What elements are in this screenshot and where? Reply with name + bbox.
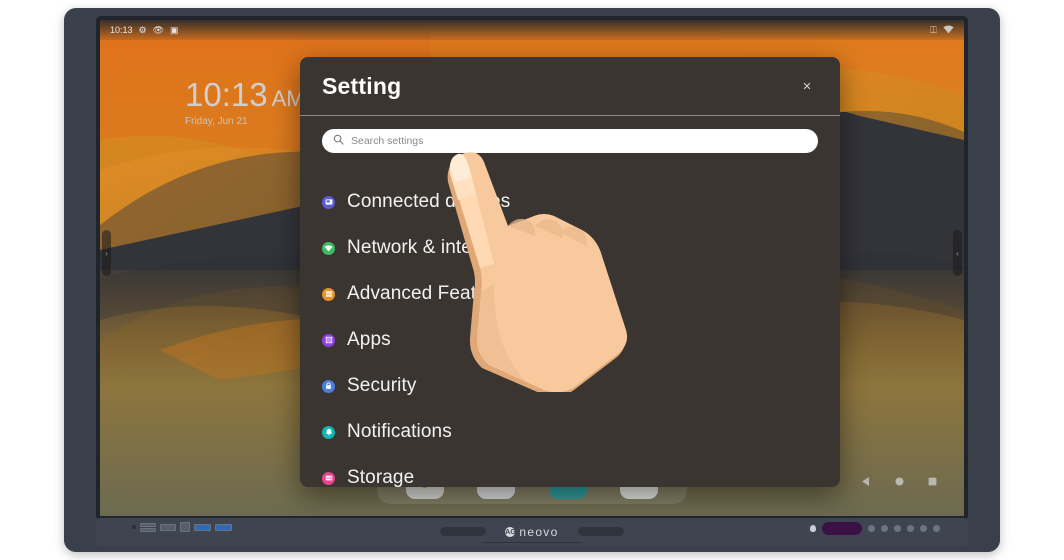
advanced-features-icon <box>322 287 335 301</box>
chevron-left-icon: ‹ <box>956 248 959 258</box>
status-bar: 10:13 ⚙ 👁 ▣ ⎅ <box>100 20 964 40</box>
control-button-2[interactable] <box>881 525 888 532</box>
status-bar-right: ⎅ <box>930 25 954 36</box>
control-button-3[interactable] <box>894 525 901 532</box>
settings-dialog: Setting × Search settings Connected devi… <box>300 57 840 487</box>
storage-icon <box>322 471 335 485</box>
apps-icon <box>322 333 335 347</box>
search-icon <box>333 132 344 150</box>
bluetooth-icon: ⎅ <box>929 24 937 35</box>
search-placeholder: Search settings <box>351 135 424 147</box>
search-container: Search settings <box>300 116 840 153</box>
square-recents-icon[interactable] <box>927 474 938 492</box>
brand-underline <box>483 542 581 543</box>
wifi-icon <box>943 25 954 36</box>
settings-item-network-internet[interactable]: Network & internet <box>322 225 840 271</box>
device-bottom-bezel: AG neovo <box>96 518 968 546</box>
brand-logo: AG neovo <box>505 525 558 539</box>
settings-item-label: Storage <box>347 467 415 487</box>
settings-item-label: Advanced Features <box>347 283 514 304</box>
device-screen: 10:13 ⚙ 👁 ▣ ⎅ 10:13 AM Friday, Jun 21 › … <box>100 20 964 516</box>
network-internet-icon <box>322 241 335 255</box>
settings-item-advanced-features[interactable]: Advanced Features <box>322 271 840 317</box>
control-panel <box>810 522 940 535</box>
screenshot-root: 10:13 ⚙ 👁 ▣ ⎅ 10:13 AM Friday, Jun 21 › … <box>0 0 1064 560</box>
dialog-header: Setting × <box>300 57 840 115</box>
ir-receiver-icon <box>810 525 816 532</box>
clock-widget[interactable]: 10:13 AM Friday, Jun 21 <box>185 78 305 127</box>
connected-devices-icon <box>322 195 335 209</box>
clock-time-row: 10:13 AM <box>185 78 305 111</box>
power-button[interactable] <box>822 522 862 535</box>
settings-item-connected-devices[interactable]: Connected devices <box>322 179 840 225</box>
side-handle-left[interactable]: › <box>102 230 111 276</box>
eye-icon: 👁 <box>152 24 165 35</box>
control-button-1[interactable] <box>868 525 875 532</box>
port-audio-in <box>140 527 156 532</box>
bezel-slot-right <box>578 527 624 536</box>
control-button-5[interactable] <box>920 525 927 532</box>
settings-item-label: Network & internet <box>347 237 506 258</box>
screenshot-icon: ▣ <box>170 24 179 35</box>
security-icon <box>322 379 335 393</box>
port-rs232 <box>180 522 190 532</box>
device-screen-bezel: 10:13 ⚙ 👁 ▣ ⎅ 10:13 AM Friday, Jun 21 › … <box>96 16 968 520</box>
control-button-6[interactable] <box>933 525 940 532</box>
port-panel <box>132 522 232 532</box>
dialog-title: Setting <box>322 72 402 99</box>
notifications-icon <box>322 425 335 439</box>
port-audio-out <box>140 522 156 527</box>
triangle-back-icon[interactable] <box>861 474 872 492</box>
port-usb-2 <box>215 523 232 531</box>
settings-item-apps[interactable]: Apps <box>322 317 840 363</box>
status-bar-time: 10:13 <box>110 25 133 35</box>
led-indicator <box>132 525 136 529</box>
settings-menu-list: Connected devices Network & internet Adv… <box>300 153 840 487</box>
clock-time: 10:13 <box>185 76 268 113</box>
settings-item-label: Notifications <box>347 421 452 442</box>
close-icon[interactable]: × <box>796 75 818 97</box>
settings-item-notifications[interactable]: Notifications <box>322 409 840 455</box>
chevron-right-icon: › <box>105 248 108 258</box>
settings-item-security[interactable]: Security <box>322 363 840 409</box>
clock-date: Friday, Jun 21 <box>185 116 248 127</box>
navigation-bar <box>861 474 938 492</box>
control-button-4[interactable] <box>907 525 914 532</box>
settings-item-storage[interactable]: Storage <box>322 455 840 487</box>
port-hdmi <box>160 523 176 531</box>
gear-icon: ⚙ <box>138 24 147 35</box>
settings-item-label: Connected devices <box>347 191 511 212</box>
brand-name: neovo <box>519 525 559 539</box>
bezel-slot-left <box>440 527 486 536</box>
search-input[interactable]: Search settings <box>322 129 818 153</box>
status-bar-left: 10:13 ⚙ 👁 ▣ <box>110 25 179 35</box>
settings-item-label: Apps <box>347 329 391 350</box>
settings-item-label: Security <box>347 375 417 396</box>
port-group-a <box>140 522 156 532</box>
brand-mark-icon: AG <box>505 527 516 537</box>
side-handle-right[interactable]: ‹ <box>953 230 962 276</box>
display-device-frame: 10:13 ⚙ 👁 ▣ ⎅ 10:13 AM Friday, Jun 21 › … <box>64 8 1000 552</box>
circle-home-icon[interactable] <box>894 474 905 492</box>
port-usb-1 <box>194 523 211 531</box>
